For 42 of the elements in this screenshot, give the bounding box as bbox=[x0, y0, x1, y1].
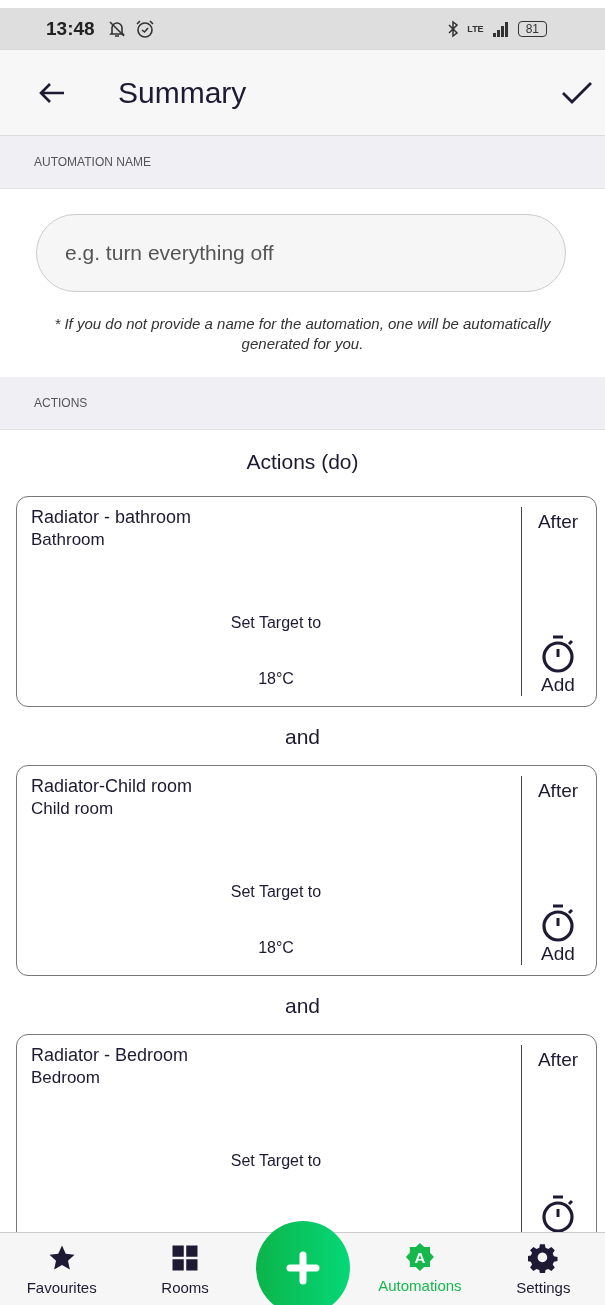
section-header: ACTIONS bbox=[34, 395, 88, 410]
bluetooth-icon bbox=[447, 20, 460, 38]
after-label: After bbox=[537, 510, 579, 533]
and-separator: and bbox=[283, 724, 321, 749]
section-header: AUTOMATION NAME bbox=[34, 155, 151, 169]
grid-icon bbox=[170, 1243, 201, 1273]
action-label: Set Target to bbox=[230, 613, 322, 632]
device-name: Radiator-Child room bbox=[31, 775, 193, 797]
status-time: 13:48 bbox=[46, 18, 95, 40]
favourites-tab[interactable]: Favourites bbox=[0, 1233, 124, 1305]
rooms-tab[interactable]: Rooms bbox=[123, 1233, 247, 1305]
signal-icon bbox=[491, 21, 510, 37]
back-arrow-icon[interactable] bbox=[38, 80, 66, 105]
room-name: Bedroom bbox=[31, 1067, 100, 1088]
action-label: Set Target to bbox=[230, 882, 322, 901]
screen-title: Summary bbox=[118, 75, 247, 110]
alarm-icon bbox=[134, 19, 155, 39]
target-value: 18°C bbox=[258, 938, 294, 957]
target-value: 18°C bbox=[258, 669, 294, 688]
device-name: Radiator - bathroom bbox=[31, 506, 192, 528]
device-name: Radiator - Bedroom bbox=[31, 1044, 189, 1066]
automation-badge-icon: A bbox=[405, 1243, 434, 1271]
action-card[interactable]: Radiator-Child room Child room Set Target to 18°C After Add bbox=[16, 764, 597, 976]
network-type: LTE bbox=[467, 24, 484, 34]
after-label: After bbox=[537, 1048, 579, 1071]
room-name: Child room bbox=[31, 798, 114, 819]
add-delay-label[interactable]: Add bbox=[541, 673, 575, 696]
name-note: * If you do not provide a name for the automation, one will be automatically generated for you. bbox=[53, 314, 552, 355]
settings-tab[interactable]: Settings bbox=[481, 1233, 605, 1305]
checkmark-icon[interactable] bbox=[561, 79, 593, 106]
room-name: Bathroom bbox=[31, 529, 105, 550]
action-card[interactable]: Radiator - bathroom Bathroom Set Target to 18°C After Add bbox=[16, 495, 597, 707]
action-label: Set Target to bbox=[230, 1151, 322, 1170]
add-delay-label[interactable]: Add bbox=[541, 942, 575, 965]
automation-name-field[interactable]: e.g. turn everything off bbox=[36, 214, 566, 292]
after-label: After bbox=[537, 779, 579, 802]
bell-off-icon bbox=[106, 19, 127, 39]
and-separator: and bbox=[283, 993, 321, 1018]
actions-title: Actions (do) bbox=[245, 449, 360, 474]
settings-icon bbox=[528, 1243, 559, 1273]
battery-level: 81 bbox=[517, 21, 547, 37]
plus-icon bbox=[285, 1251, 320, 1285]
